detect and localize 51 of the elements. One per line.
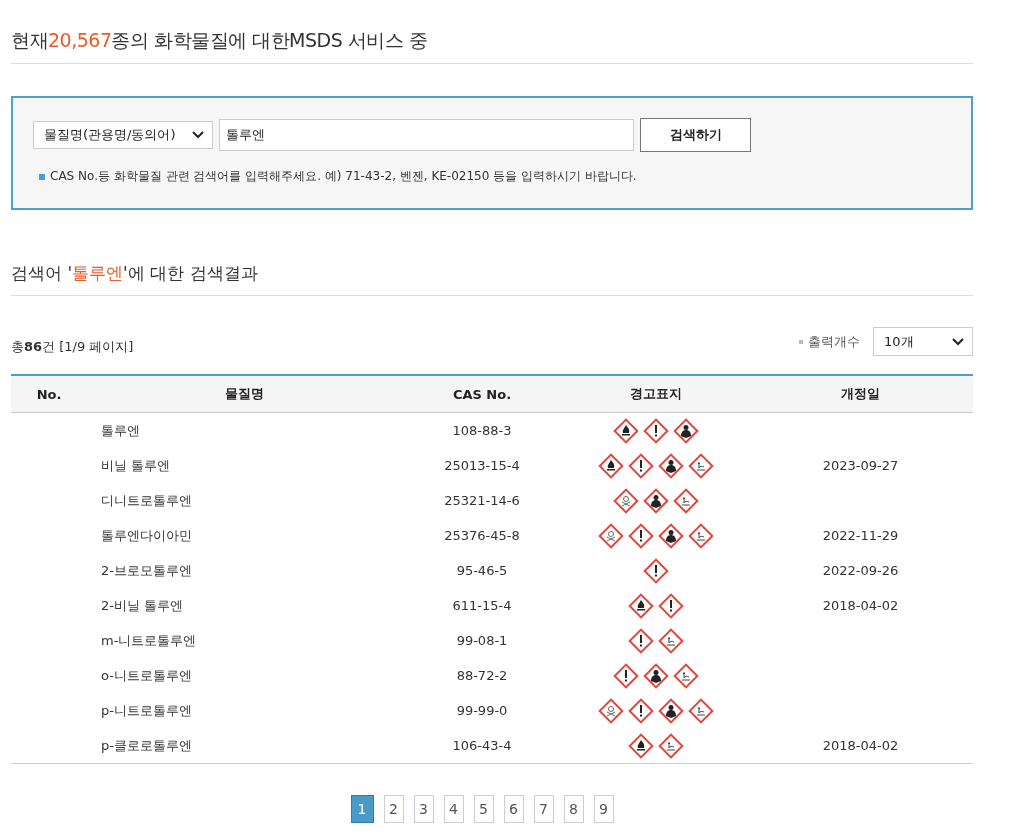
column-header: No.: [11, 375, 87, 413]
page-link[interactable]: 8: [563, 795, 584, 823]
revision-date: 2022-11-29: [822, 528, 899, 543]
chevron-down-icon: [192, 131, 204, 139]
substance-name[interactable]: 2-비닐 톨루엔: [101, 597, 184, 613]
revision-date: 2023-09-27: [822, 458, 899, 473]
substance-name[interactable]: 2-브로모톨루엔: [101, 562, 192, 578]
revision-date: 2018-04-02: [822, 738, 899, 753]
substance-name[interactable]: 디니트로톨루엔: [101, 492, 192, 508]
cas-number: 95-46-5: [456, 563, 508, 578]
bullet-icon: [39, 173, 45, 180]
result-count: 총86건 [1/9 페이지]: [11, 337, 134, 356]
cas-number: 99-99-0: [456, 703, 508, 718]
cas-number: 99-08-1: [456, 633, 508, 648]
result-heading: 검색어 '톨루엔'에 대한 검색결과: [11, 262, 973, 296]
search-hint: CAS No.등 화학물질 관련 검색어를 입력해주세요. 예) 71-43-2, 벤젠, KE-02150 등을 입력하시기 바랍니다.: [50, 168, 637, 185]
column-header: 개정일: [748, 375, 973, 413]
cas-number: 108-88-3: [452, 423, 512, 438]
revision-date: 2022-09-26: [822, 563, 899, 578]
page-link[interactable]: 6: [503, 795, 524, 823]
cas-number: 25013-15-4: [444, 458, 520, 473]
cas-number: 25321-14-6: [444, 493, 520, 508]
page-title: 현재20,567종의 화학물질에 대한MSDS 서비스 중: [11, 28, 973, 64]
page-link[interactable]: 5: [473, 795, 494, 823]
page-link[interactable]: 3: [413, 795, 434, 823]
page-link[interactable]: 7: [533, 795, 554, 823]
substance-name[interactable]: m-니트로톨루엔: [101, 632, 197, 648]
bullet-icon: [799, 339, 803, 344]
search-field[interactable]: 톨루엔: [219, 119, 634, 151]
substance-name[interactable]: o-니트로톨루엔: [101, 667, 192, 683]
page-size-select[interactable]: 10개: [873, 327, 973, 356]
column-header: 물질명: [87, 375, 401, 413]
substance-name[interactable]: p-니트로톨루엔: [101, 702, 192, 718]
chevron-down-icon: [952, 337, 964, 346]
search-button[interactable]: 검색하기: [640, 118, 751, 152]
category-select[interactable]: 물질명(관용명/동의어): [33, 121, 213, 149]
cas-number: 611-15-4: [452, 598, 512, 613]
substance-name[interactable]: 톨루엔다이아민: [101, 527, 192, 543]
page-link[interactable]: 2: [383, 795, 404, 823]
page-size-label: 출력개수: [808, 332, 860, 351]
column-header: 경고표지: [563, 375, 748, 413]
substance-name[interactable]: 톨루엔: [101, 422, 140, 438]
page-link[interactable]: 4: [443, 795, 464, 823]
cas-number: 88-72-2: [456, 668, 508, 683]
column-header: CAS No.: [401, 375, 563, 413]
cas-number: 106-43-4: [452, 738, 512, 753]
substance-name[interactable]: 비닐 톨루엔: [101, 457, 171, 473]
revision-date: 2018-04-02: [822, 598, 899, 613]
cas-number: 25376-45-8: [444, 528, 520, 543]
page-link[interactable]: 9: [593, 795, 614, 823]
substance-name[interactable]: p-클로로톨루엔: [101, 737, 192, 753]
